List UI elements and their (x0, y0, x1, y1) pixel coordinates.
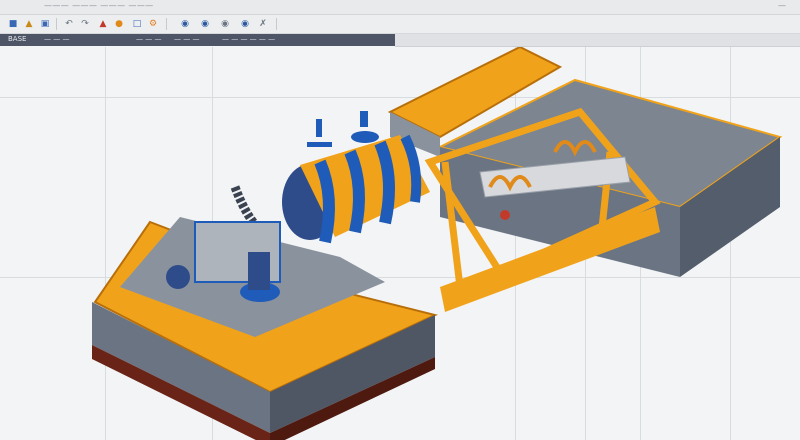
valve-flange-2 (351, 131, 379, 143)
save-icon[interactable]: ▣ (38, 17, 52, 31)
paste-icon[interactable]: □ (130, 17, 144, 31)
toolbar-separator (166, 18, 167, 30)
frame-bolt (500, 210, 510, 220)
pump-wheel (166, 265, 190, 289)
window-controls[interactable]: — (778, 1, 786, 10)
export-icon[interactable]: ✗ (256, 17, 270, 31)
window-title: ——— ——— ——— ——— (44, 1, 154, 10)
ribbon-bar: BASE — — — — — — — — — — — — — — — (0, 34, 395, 46)
3d-viewport[interactable] (0, 47, 800, 440)
view-icon[interactable]: ◉ (218, 17, 232, 31)
motor-body (248, 252, 270, 290)
undo-icon[interactable]: ↶ (62, 17, 76, 31)
window-titlebar: ——— ——— ——— ——— — (0, 0, 800, 15)
measure-icon[interactable]: ▲ (96, 17, 110, 31)
globe-icon[interactable]: ◉ (178, 17, 192, 31)
layers-icon[interactable]: ◉ (198, 17, 212, 31)
open-folder-icon[interactable]: ▲ (22, 17, 36, 31)
palette-icon[interactable]: ● (112, 17, 126, 31)
valve-handle (316, 119, 322, 137)
tab-3[interactable]: — — — (136, 35, 161, 43)
ribbon-empty-area (395, 34, 800, 47)
tab-5[interactable]: — — — — — — (222, 35, 275, 43)
valve-handle-2 (360, 111, 368, 127)
redo-icon[interactable]: ↷ (78, 17, 92, 31)
valve-flange (307, 142, 332, 147)
tab-2[interactable]: — — — (44, 35, 69, 43)
toolbar-separator (276, 18, 277, 30)
render-icon[interactable]: ◉ (238, 17, 252, 31)
main-toolbar: ■ ▲ ▣ ↶ ↷ ▲ ● □ ⚙ ◉ ◉ ◉ ◉ ✗ (0, 15, 800, 34)
tab-4[interactable]: — — — (174, 35, 199, 43)
settings-icon[interactable]: ⚙ (146, 17, 160, 31)
toolbar-separator (56, 18, 57, 30)
new-file-icon[interactable]: ■ (6, 17, 20, 31)
tab-base[interactable]: BASE (8, 35, 26, 43)
machine-3d-model[interactable] (0, 47, 800, 440)
